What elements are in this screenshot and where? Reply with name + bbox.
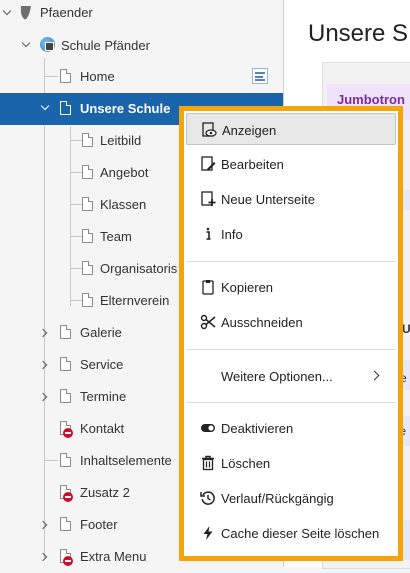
page-icon xyxy=(60,389,71,403)
menu-item-ausschneiden[interactable]: Ausschneiden xyxy=(186,306,396,338)
menu-item-label: Neue Unterseite xyxy=(221,192,315,207)
page-icon xyxy=(82,229,93,243)
chevron-right-icon[interactable] xyxy=(38,328,48,338)
tree-item-label: Leitbild xyxy=(100,133,142,148)
menu-item-label: Verlauf/Rückgängig xyxy=(221,491,334,506)
tree-item-label: Klassen xyxy=(100,197,147,212)
chevron-right-icon[interactable] xyxy=(38,360,48,370)
tree-root-row[interactable]: Pfaender xyxy=(0,0,283,32)
tree-item-label: Kontakt xyxy=(80,421,125,436)
tree-item-label: Galerie xyxy=(80,325,122,340)
tree-root-label: Pfaender xyxy=(40,5,93,20)
page-icon xyxy=(82,197,93,211)
page-icon xyxy=(82,165,93,179)
page-icon xyxy=(82,261,93,275)
page-title: Unsere S xyxy=(308,20,409,47)
hidden-page-badge-icon xyxy=(63,556,73,566)
menu-item-label: Weitere Optionen... xyxy=(221,369,333,384)
menu-item-label: Deaktivieren xyxy=(221,421,294,436)
tree-item-label: Footer xyxy=(80,517,118,532)
chevron-right-icon[interactable] xyxy=(38,520,48,530)
tree-item-label: Angebot xyxy=(100,165,149,180)
chevron-right-icon xyxy=(369,370,380,381)
trash-icon xyxy=(202,455,214,471)
menu-item-loeschen[interactable]: Löschen xyxy=(186,447,396,479)
page-icon xyxy=(82,293,93,307)
menu-item-neue-unterseite[interactable]: Neue Unterseite xyxy=(186,183,396,215)
menu-item-label: Anzeigen xyxy=(222,123,277,138)
tree-item-label: Organisatoris xyxy=(100,261,178,276)
tree-item-label: Elternverein xyxy=(100,293,170,308)
hidden-page-badge-icon xyxy=(63,428,73,438)
menu-item-label: Cache dieser Seite löschen xyxy=(221,526,380,541)
tree-item-label: Zusatz 2 xyxy=(80,485,130,500)
menu-item-weitere-optionen[interactable]: Weitere Optionen... xyxy=(186,360,396,392)
tree-item-label: Home xyxy=(80,69,115,84)
tree-item-label: Team xyxy=(100,229,132,244)
chevron-down-icon[interactable] xyxy=(2,6,12,16)
page-icon xyxy=(60,101,71,115)
page-icon xyxy=(82,133,93,147)
menu-divider xyxy=(186,349,396,350)
info-icon xyxy=(206,227,211,240)
menu-item-verlauf[interactable]: Verlauf/Rückgängig xyxy=(186,482,396,514)
tree-item-label: Service xyxy=(80,357,124,372)
tree-item-label: Termine xyxy=(80,389,127,404)
menu-item-bearbeiten[interactable]: Bearbeiten xyxy=(186,148,396,180)
chevron-right-icon[interactable] xyxy=(38,552,48,562)
menu-divider xyxy=(186,261,396,262)
chevron-right-icon[interactable] xyxy=(38,392,48,402)
menu-item-kopieren[interactable]: Kopieren xyxy=(186,271,396,303)
tree-item-home[interactable]: Home xyxy=(0,60,283,92)
menu-item-label: Ausschneiden xyxy=(221,315,303,330)
chevron-down-icon[interactable] xyxy=(40,101,50,111)
menu-item-info[interactable]: Info xyxy=(186,218,396,250)
menu-item-anzeigen[interactable]: Anzeigen xyxy=(186,113,396,145)
menu-item-cache-loeschen[interactable]: Cache dieser Seite löschen xyxy=(186,517,396,549)
hidden-page-badge-icon xyxy=(63,492,73,502)
history-icon xyxy=(200,491,215,505)
page-icon xyxy=(60,517,71,531)
tree-site-row[interactable]: Schule Pfänder xyxy=(0,29,283,61)
page-content-icon xyxy=(252,68,268,84)
tree-item-label: Extra Menu xyxy=(80,549,147,564)
content-snippet: U xyxy=(402,322,410,336)
jumbotron-label: Jumbotron xyxy=(337,92,405,107)
tree-site-label: Schule Pfänder xyxy=(61,38,150,53)
menu-divider xyxy=(186,402,396,403)
eye-icon xyxy=(202,122,217,137)
menu-item-label: Kopieren xyxy=(221,280,274,295)
page-icon xyxy=(60,325,71,339)
menu-item-deaktivieren[interactable]: Deaktivieren xyxy=(186,412,396,444)
tree-item-label: Unsere Schule xyxy=(80,101,171,116)
clipboard-icon xyxy=(202,280,214,295)
menu-item-label: Bearbeiten xyxy=(221,157,284,172)
edit-icon xyxy=(201,156,216,171)
page-icon xyxy=(60,357,71,371)
menu-item-label: Info xyxy=(221,227,243,242)
toggle-icon xyxy=(201,424,215,432)
tree-item-label: Inhaltselemente xyxy=(80,453,172,468)
bolt-icon xyxy=(203,526,213,540)
new-page-icon xyxy=(201,191,216,206)
typo3-logo-icon xyxy=(20,6,31,20)
page-icon xyxy=(60,453,71,467)
site-globe-icon xyxy=(40,37,55,52)
page-icon xyxy=(60,69,71,83)
menu-item-label: Löschen xyxy=(221,456,271,471)
scissors-icon xyxy=(200,314,216,330)
chevron-down-icon[interactable] xyxy=(21,38,31,48)
